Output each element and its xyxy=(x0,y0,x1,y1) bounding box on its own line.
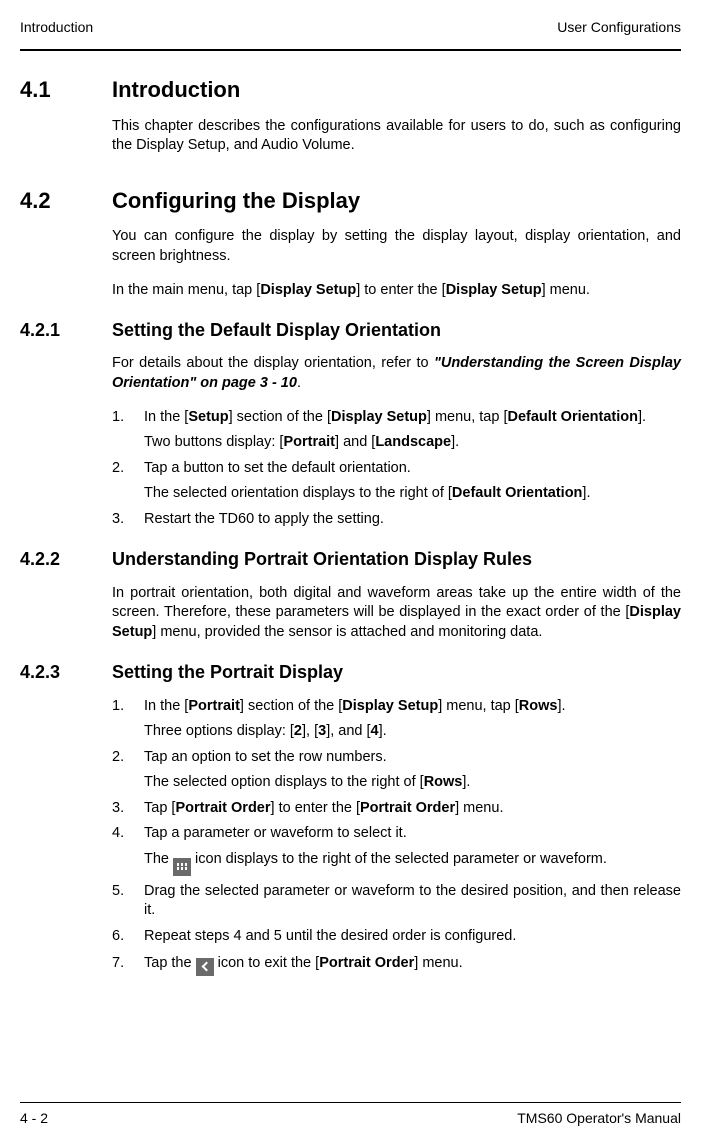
section-4-2-paragraph: In the main menu, tap [Display Setup] to… xyxy=(112,281,681,301)
section-4-2-3-heading: 4.2.3 Setting the Portrait Display xyxy=(20,660,681,684)
step-text: In the [Setup] section of the [Display S… xyxy=(144,408,681,428)
section-4-1-paragraph: This chapter describes the configuration… xyxy=(112,117,681,156)
page-number: 4 - 2 xyxy=(20,1109,48,1128)
section-number: 4.2.1 xyxy=(20,318,112,342)
step-4: 4. Tap a parameter or waveform to select… xyxy=(112,824,681,844)
section-title: Understanding Portrait Orientation Displ… xyxy=(112,547,532,571)
step-number: 5. xyxy=(112,882,144,921)
section-number: 4.2.2 xyxy=(20,547,112,571)
back-chevron-icon xyxy=(196,958,214,976)
header-left: Introduction xyxy=(20,18,93,37)
drag-handle-icon xyxy=(173,858,191,876)
step-text: Tap the icon to exit the [Portrait Order… xyxy=(144,954,681,976)
section-4-2-1-paragraph: For details about the display orientatio… xyxy=(112,354,681,393)
section-4-2-2-paragraph: In portrait orientation, both digital an… xyxy=(112,584,681,643)
section-title: Configuring the Display xyxy=(112,186,360,216)
step-7: 7. Tap the icon to exit the [Portrait Or… xyxy=(112,954,681,976)
step-text: Tap a button to set the default orientat… xyxy=(144,459,681,479)
step-number: 1. xyxy=(112,697,144,717)
step-number: 1. xyxy=(112,408,144,428)
step-text: Restart the TD60 to apply the setting. xyxy=(144,510,681,530)
section-4-2-heading: 4.2 Configuring the Display xyxy=(20,186,681,216)
step-text: Repeat steps 4 and 5 until the desired o… xyxy=(144,927,681,947)
step-subtext: The icon displays to the right of the se… xyxy=(144,850,681,876)
step-number: 2. xyxy=(112,459,144,479)
step-1: 1. In the [Portrait] section of the [Dis… xyxy=(112,697,681,717)
step-number: 7. xyxy=(112,954,144,976)
section-title: Introduction xyxy=(112,75,240,105)
step-3: 3. Tap [Portrait Order] to enter the [Po… xyxy=(112,799,681,819)
step-text: In the [Portrait] section of the [Displa… xyxy=(144,697,681,717)
section-title: Setting the Default Display Orientation xyxy=(112,318,441,342)
step-text: Tap a parameter or waveform to select it… xyxy=(144,824,681,844)
step-5: 5. Drag the selected parameter or wavefo… xyxy=(112,882,681,921)
step-number: 3. xyxy=(112,799,144,819)
section-number: 4.1 xyxy=(20,75,112,105)
step-2: 2. Tap a button to set the default orien… xyxy=(112,459,681,479)
section-4-1-heading: 4.1 Introduction xyxy=(20,75,681,105)
running-header: Introduction User Configurations xyxy=(20,18,681,51)
section-number: 4.2.3 xyxy=(20,660,112,684)
step-number: 4. xyxy=(112,824,144,844)
manual-title: TMS60 Operator's Manual xyxy=(517,1109,681,1128)
step-text: Tap [Portrait Order] to enter the [Portr… xyxy=(144,799,681,819)
step-number: 6. xyxy=(112,927,144,947)
page-footer: 4 - 2 TMS60 Operator's Manual xyxy=(20,1102,681,1128)
step-2: 2. Tap an option to set the row numbers. xyxy=(112,748,681,768)
step-subtext: Three options display: [2], [3], and [4]… xyxy=(144,722,681,742)
header-right: User Configurations xyxy=(557,18,681,37)
step-number: 3. xyxy=(112,510,144,530)
section-4-2-2-heading: 4.2.2 Understanding Portrait Orientation… xyxy=(20,547,681,571)
section-4-2-1-heading: 4.2.1 Setting the Default Display Orient… xyxy=(20,318,681,342)
section-4-2-paragraph: You can configure the display by setting… xyxy=(112,227,681,266)
step-subtext: Two buttons display: [Portrait] and [Lan… xyxy=(144,433,681,453)
step-6: 6. Repeat steps 4 and 5 until the desire… xyxy=(112,927,681,947)
section-title: Setting the Portrait Display xyxy=(112,660,343,684)
step-3: 3. Restart the TD60 to apply the setting… xyxy=(112,510,681,530)
step-text: Tap an option to set the row numbers. xyxy=(144,748,681,768)
step-text: Drag the selected parameter or waveform … xyxy=(144,882,681,921)
step-number: 2. xyxy=(112,748,144,768)
section-number: 4.2 xyxy=(20,186,112,216)
step-1: 1. In the [Setup] section of the [Displa… xyxy=(112,408,681,428)
step-subtext: The selected orientation displays to the… xyxy=(144,484,681,504)
step-subtext: The selected option displays to the righ… xyxy=(144,773,681,793)
